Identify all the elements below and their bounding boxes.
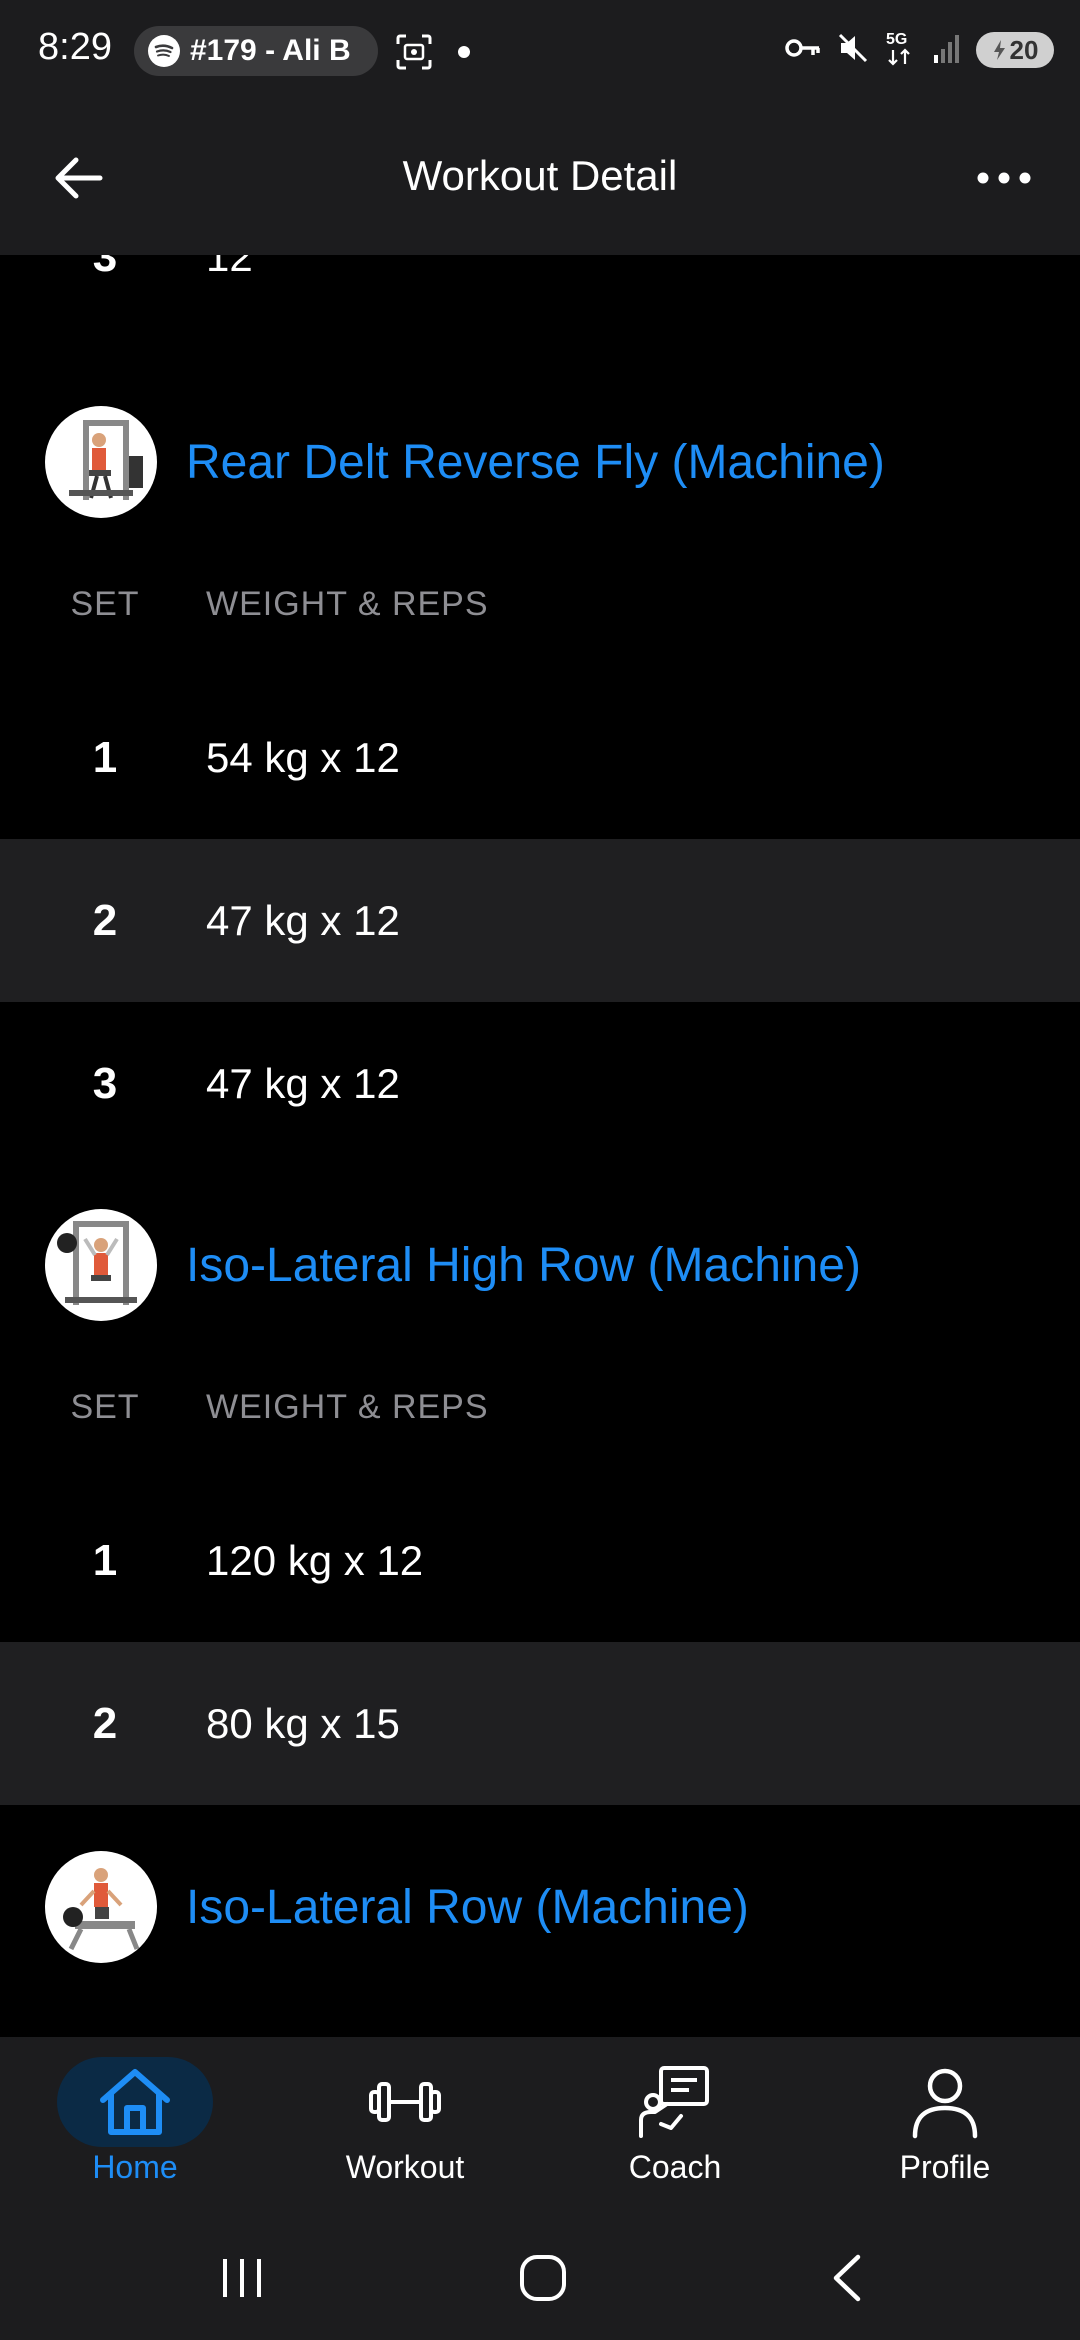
nav-item-coach[interactable]: Coach <box>540 2057 810 2197</box>
nav-label: Profile <box>899 2149 991 2185</box>
spotify-icon <box>148 35 180 67</box>
exercise-thumbnail <box>45 1209 157 1321</box>
set-number: 2 <box>92 1698 118 1748</box>
screenshot-icon <box>394 32 434 72</box>
exercise-thumbnail <box>45 406 157 518</box>
recent-apps-icon <box>223 2259 261 2297</box>
media-text: #179 - Ali B <box>190 34 351 67</box>
set-weight-reps: 12 <box>206 255 253 280</box>
nav-label: Coach <box>628 2149 722 2185</box>
system-back-icon <box>833 2254 861 2302</box>
set-row: 3 12 <box>0 255 1080 338</box>
set-row: 1 120 kg x 12 <box>0 1479 1080 1642</box>
home-icon <box>100 2069 170 2135</box>
column-set: SET <box>70 585 140 623</box>
set-number: 2 <box>92 895 118 945</box>
status-icons: 5G 20 <box>784 28 1054 72</box>
exercise-header[interactable]: Rear Delt Reverse Fly (Machine) <box>0 402 1080 522</box>
set-weight-reps: 47 kg x 12 <box>206 896 400 944</box>
exercise-header[interactable]: Iso-Lateral High Row (Machine) <box>0 1205 1080 1325</box>
exercise-name: Iso-Lateral High Row (Machine) <box>186 1238 861 1292</box>
nav-item-home[interactable]: Home <box>0 2057 270 2197</box>
battery-level: 20 <box>1009 34 1039 65</box>
system-home-button[interactable] <box>503 2243 583 2313</box>
column-set: SET <box>70 1388 140 1426</box>
notification-dot <box>458 46 470 58</box>
media-pill[interactable]: #179 - Ali B <box>134 26 378 76</box>
signal-icon <box>932 31 962 70</box>
bottom-nav: Home Workout Coach Profile <box>0 2037 1080 2213</box>
set-row: 2 47 kg x 12 <box>0 839 1080 1002</box>
set-number: 3 <box>92 1058 118 1108</box>
system-nav-bar <box>0 2213 1080 2340</box>
nav-item-workout[interactable]: Workout <box>270 2057 540 2197</box>
nav-item-profile[interactable]: Profile <box>810 2057 1080 2197</box>
set-weight-reps: 120 kg x 12 <box>206 1536 424 1584</box>
more-horizontal-icon <box>977 172 1031 184</box>
exercise-header[interactable]: Iso-Lateral Row (Machine) <box>0 1847 1080 1967</box>
exercise-name: Rear Delt Reverse Fly (Machine) <box>186 435 885 489</box>
app-bar: Workout Detail <box>0 100 1080 255</box>
set-weight-reps: 80 kg x 15 <box>206 1699 400 1747</box>
dumbbell-icon <box>369 2082 441 2122</box>
home-circle-icon <box>520 2255 566 2301</box>
set-row: 3 47 kg x 12 <box>0 1002 1080 1165</box>
nav-label: Home <box>92 2149 178 2185</box>
column-weight-reps: WEIGHT & REPS <box>206 1388 489 1426</box>
nav-icon-wrap <box>597 2057 753 2147</box>
exercise-thumbnail <box>45 1851 157 1963</box>
set-weight-reps: 54 kg x 12 <box>206 733 400 781</box>
mute-icon <box>836 31 870 70</box>
set-row: 2 80 kg x 15 <box>0 1642 1080 1805</box>
workout-detail-list[interactable]: 3 12 Rear Delt Reverse Fly (Machine) SET… <box>0 255 1080 2037</box>
set-number: 3 <box>92 255 118 281</box>
status-time: 8:29 <box>38 26 112 68</box>
system-back-button[interactable] <box>808 2243 888 2313</box>
sets-column-header: SET WEIGHT & REPS <box>0 585 1080 645</box>
coach-icon <box>639 2066 709 2138</box>
page-title: Workout Detail <box>402 152 678 199</box>
nav-icon-wrap <box>57 2057 213 2147</box>
set-row: 1 54 kg x 12 <box>0 676 1080 839</box>
sets-column-header: SET WEIGHT & REPS <box>0 1388 1080 1448</box>
svg-text:5G: 5G <box>886 31 907 48</box>
nav-icon-wrap <box>867 2057 1023 2147</box>
nav-icon-wrap <box>327 2057 483 2147</box>
recent-apps-button[interactable] <box>202 2243 282 2313</box>
set-number: 1 <box>92 732 118 782</box>
5g-icon: 5G <box>884 28 918 73</box>
more-options-button[interactable] <box>966 150 1042 206</box>
status-bar: 8:29 #179 - Ali B 5G 20 <box>0 0 1080 100</box>
column-weight-reps: WEIGHT & REPS <box>206 585 489 623</box>
vpn-key-icon <box>784 33 822 68</box>
profile-icon <box>912 2068 978 2139</box>
battery-icon: 20 <box>976 32 1054 68</box>
set-number: 1 <box>92 1535 118 1585</box>
set-weight-reps: 47 kg x 12 <box>206 1059 400 1107</box>
exercise-name: Iso-Lateral Row (Machine) <box>186 1880 749 1934</box>
nav-label: Workout <box>345 2149 465 2185</box>
